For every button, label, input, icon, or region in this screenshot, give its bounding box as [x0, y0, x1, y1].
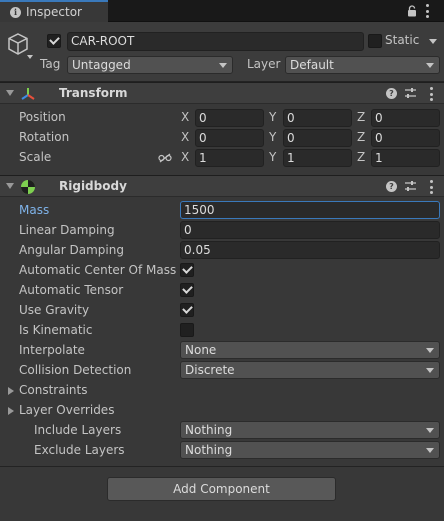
auto-center-of-mass-checkbox[interactable] [180, 263, 194, 277]
layer-overrides-foldout[interactable]: Layer Overrides [19, 403, 114, 417]
tag-dropdown[interactable]: Untagged [67, 56, 233, 74]
add-component-button[interactable]: Add Component [107, 477, 336, 501]
component-menu-icon[interactable] [429, 87, 433, 101]
scale-x-field[interactable]: 1 [195, 149, 264, 167]
axis-z-label[interactable]: Z [357, 110, 365, 124]
tab-menu-icon[interactable] [425, 4, 429, 18]
constraints-foldout[interactable]: Constraints [19, 383, 87, 397]
interpolate-dropdown[interactable]: None [180, 341, 440, 359]
rigidbody-header[interactable]: Rigidbody ? [0, 175, 444, 197]
layer-overrides-foldout-icon[interactable] [8, 407, 14, 415]
component-menu-icon[interactable] [429, 180, 433, 194]
axis-z-label[interactable]: Z [357, 150, 365, 164]
tab-inspector[interactable]: i Inspector [0, 0, 108, 22]
rotation-label: Rotation [19, 130, 70, 144]
transform-title: Transform [59, 86, 128, 100]
scale-z-field[interactable]: 1 [371, 149, 440, 167]
angular-damping-field[interactable]: 0.05 [180, 241, 440, 259]
tab-bar: i Inspector [0, 0, 444, 22]
constraints-foldout-icon[interactable] [8, 387, 14, 395]
axis-x-label[interactable]: X [181, 130, 189, 144]
info-icon: i [10, 6, 21, 18]
help-icon[interactable]: ? [386, 88, 397, 99]
tag-label: Tag [40, 57, 61, 71]
layer-dropdown[interactable]: Default [285, 56, 440, 74]
exclude-layers-dropdown[interactable]: Nothing [180, 441, 440, 459]
linear-damping-label[interactable]: Linear Damping [19, 223, 115, 237]
axis-x-label[interactable]: X [181, 150, 189, 164]
linear-damping-field[interactable]: 0 [180, 221, 440, 239]
help-icon[interactable]: ? [386, 181, 397, 192]
transform-foldout-icon[interactable] [6, 90, 14, 96]
position-z-field[interactable]: 0 [371, 109, 440, 127]
auto-tensor-label: Automatic Tensor [19, 283, 124, 297]
active-checkbox[interactable] [47, 34, 61, 48]
static-checkbox[interactable] [368, 34, 382, 48]
rotation-z-field[interactable]: 0 [371, 129, 440, 147]
presets-icon[interactable] [404, 180, 417, 193]
auto-tensor-checkbox[interactable] [180, 283, 194, 297]
lock-icon[interactable] [407, 5, 417, 17]
collision-detection-dropdown[interactable]: Discrete [180, 361, 440, 379]
layer-label: Layer [247, 57, 281, 71]
auto-center-of-mass-label: Automatic Center Of Mass [19, 263, 177, 277]
include-layers-label: Include Layers [34, 423, 122, 437]
static-label: Static [385, 33, 420, 47]
component-divider [0, 466, 444, 467]
mass-label[interactable]: Mass [19, 203, 49, 217]
collision-detection-label: Collision Detection [19, 363, 132, 377]
presets-icon[interactable] [404, 87, 417, 100]
object-name-field[interactable]: CAR-ROOT [67, 32, 364, 51]
gameobject-cube-icon[interactable] [6, 32, 30, 56]
rotation-x-field[interactable]: 0 [195, 129, 264, 147]
include-layers-dropdown[interactable]: Nothing [180, 421, 440, 439]
axis-z-label[interactable]: Z [357, 130, 365, 144]
rotation-y-field[interactable]: 0 [283, 129, 352, 147]
position-y-field[interactable]: 0 [283, 109, 352, 127]
axis-y-label[interactable]: Y [269, 150, 276, 164]
icon-dropdown-arrow-icon[interactable] [27, 55, 33, 59]
axis-x-label[interactable]: X [181, 110, 189, 124]
scale-label: Scale [19, 150, 52, 164]
exclude-layers-label: Exclude Layers [34, 443, 125, 457]
position-x-field[interactable]: 0 [195, 109, 264, 127]
transform-axes-icon [21, 88, 35, 100]
tab-label: Inspector [26, 5, 82, 19]
transform-header[interactable]: Transform ? [0, 82, 444, 104]
use-gravity-label: Use Gravity [19, 303, 90, 317]
object-header: CAR-ROOT Static Tag Untagged Layer Defau… [0, 22, 444, 82]
scale-y-field[interactable]: 1 [283, 149, 352, 167]
constrain-proportions-icon[interactable] [158, 153, 172, 163]
rigidbody-foldout-icon[interactable] [6, 183, 14, 189]
interpolate-label: Interpolate [19, 343, 85, 357]
rigidbody-icon [21, 180, 35, 194]
is-kinematic-label: Is Kinematic [19, 323, 93, 337]
axis-y-label[interactable]: Y [269, 110, 276, 124]
axis-y-label[interactable]: Y [269, 130, 276, 144]
angular-damping-label[interactable]: Angular Damping [19, 243, 124, 257]
static-dropdown-icon[interactable] [429, 39, 437, 44]
rigidbody-title: Rigidbody [59, 179, 127, 193]
position-label: Position [19, 110, 66, 124]
mass-field[interactable]: 1500 [180, 201, 440, 219]
use-gravity-checkbox[interactable] [180, 303, 194, 317]
is-kinematic-checkbox[interactable] [180, 323, 194, 337]
